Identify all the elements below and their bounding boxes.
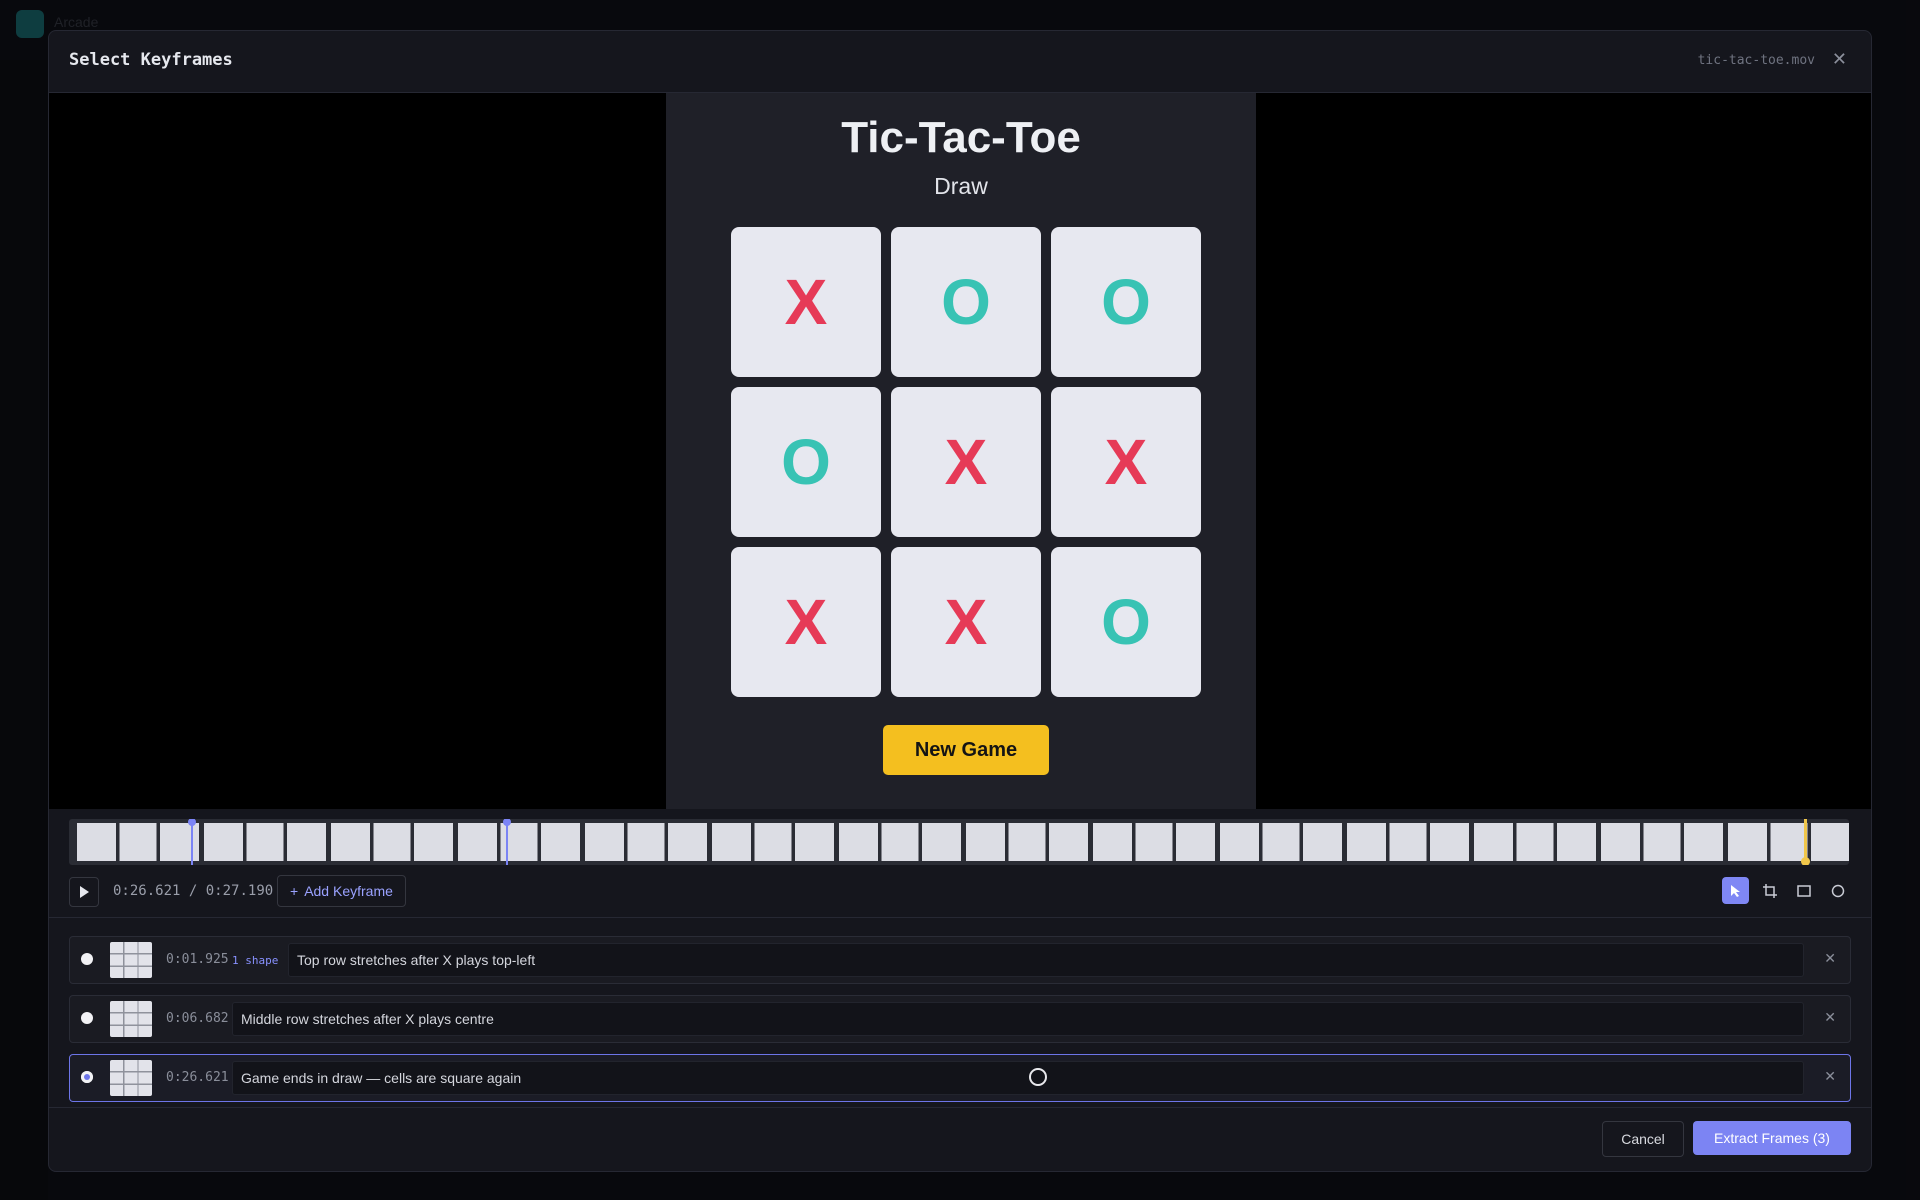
filmstrip-thumbnail xyxy=(1474,823,1596,861)
thumbnail-grid xyxy=(1601,823,1723,861)
board-cell: O xyxy=(731,387,881,537)
tool-group xyxy=(1722,877,1851,904)
playhead[interactable] xyxy=(1800,819,1810,865)
new-game-button: New Game xyxy=(883,725,1049,775)
circle-cursor-icon xyxy=(1029,1068,1047,1086)
video-preview[interactable]: Tic-Tac-Toe Draw X O O O X X X X O New G… xyxy=(49,93,1871,809)
crop-icon xyxy=(1762,883,1777,898)
keyframe-time: 0:01.925 xyxy=(166,952,229,967)
board-cell: O xyxy=(891,227,1041,377)
modal-title: Select Keyframes xyxy=(69,50,233,70)
keyframe-marker[interactable] xyxy=(503,819,511,865)
thumbnail-grid xyxy=(331,823,453,861)
filmstrip-thumbnail xyxy=(1220,823,1342,861)
time-display: 0:26.621 / 0:27.190 xyxy=(113,883,273,899)
filmstrip-thumbnail xyxy=(204,823,326,861)
delete-keyframe-icon[interactable]: ✕ xyxy=(1824,950,1836,967)
circle-tool[interactable] xyxy=(1824,877,1851,904)
keyframe-row-selected[interactable]: 0:26.621 Game ends in draw — cells are s… xyxy=(69,1054,1851,1102)
filmstrip-thumbnail xyxy=(1347,823,1469,861)
board-cell: O xyxy=(1051,227,1201,377)
board-cell: X xyxy=(891,387,1041,537)
filmstrip-thumbnail xyxy=(1093,823,1215,861)
plus-icon: + xyxy=(290,883,299,899)
filmstrip-thumbnail xyxy=(712,823,834,861)
thumbnail-grid xyxy=(839,823,961,861)
game-status: Draw xyxy=(934,173,988,199)
rectangle-icon xyxy=(1796,884,1811,897)
add-keyframe-button[interactable]: + Add Keyframe xyxy=(277,875,406,907)
extract-frames-button[interactable]: Extract Frames (3) xyxy=(1693,1121,1851,1155)
thumbnail-grid xyxy=(1220,823,1342,861)
filmstrip-thumbnail xyxy=(966,823,1088,861)
filmstrip-thumbnail xyxy=(1728,823,1849,861)
play-button[interactable] xyxy=(69,877,99,907)
footer-divider xyxy=(49,1107,1871,1108)
thumbnail-grid xyxy=(1347,823,1469,861)
filmstrip-thumbnail xyxy=(331,823,453,861)
filmstrip-thumbnail xyxy=(839,823,961,861)
circle-icon xyxy=(1831,884,1844,897)
thumbnail-grid xyxy=(458,823,580,861)
board-cell: X xyxy=(731,227,881,377)
game-board: X O O O X X X X O xyxy=(731,227,1202,698)
current-time: 0:26.621 xyxy=(113,883,181,899)
keyframe-row[interactable]: 0:01.925 1 shape Top row stretches after… xyxy=(69,936,1851,984)
select-keyframes-modal: Select Keyframes tic-tac-toe.mov ✕ Tic-T… xyxy=(48,30,1872,1172)
filmstrip-thumbnail xyxy=(458,823,580,861)
delete-keyframe-icon[interactable]: ✕ xyxy=(1824,1009,1836,1026)
keyframe-marker[interactable] xyxy=(188,819,196,865)
delete-keyframe-icon[interactable]: ✕ xyxy=(1824,1068,1836,1085)
keyframe-time: 0:06.682 xyxy=(166,1011,229,1026)
pointer-tool[interactable] xyxy=(1722,877,1749,904)
divider xyxy=(49,917,1871,918)
filmstrip-thumbnail xyxy=(585,823,707,861)
time-separator: / xyxy=(188,883,198,899)
filmstrip-thumbnail xyxy=(77,823,199,861)
keyframe-thumbnail xyxy=(110,1060,152,1096)
add-keyframe-label: Add Keyframe xyxy=(304,883,393,899)
thumbnail-grid xyxy=(585,823,707,861)
rectangle-tool[interactable] xyxy=(1790,877,1817,904)
thumbnail-grid xyxy=(204,823,326,861)
keyframe-description-input[interactable]: Top row stretches after X plays top-left xyxy=(288,943,1804,977)
keyframe-description-input[interactable]: Game ends in draw — cells are square aga… xyxy=(232,1061,1804,1095)
board-cell: X xyxy=(891,547,1041,697)
play-icon xyxy=(80,886,89,898)
keyframe-row[interactable]: 0:06.682 Middle row stretches after X pl… xyxy=(69,995,1851,1043)
keyframe-time: 0:26.621 xyxy=(166,1070,229,1085)
thumbnail-grid xyxy=(966,823,1088,861)
modal-header: Select Keyframes tic-tac-toe.mov ✕ xyxy=(49,31,1871,93)
keyframe-thumbnail xyxy=(110,942,152,978)
thumbnail-grid xyxy=(77,823,199,861)
keyframe-radio[interactable] xyxy=(81,1012,93,1024)
video-frame: Tic-Tac-Toe Draw X O O O X X X X O New G… xyxy=(666,93,1256,809)
board-cell: X xyxy=(1051,387,1201,537)
shape-count-badge: 1 shape xyxy=(232,954,279,967)
thumbnail-grid xyxy=(712,823,834,861)
keyframe-thumbnail xyxy=(110,1001,152,1037)
thumbnail-grid xyxy=(1093,823,1215,861)
file-name: tic-tac-toe.mov xyxy=(1697,53,1815,68)
close-icon[interactable]: ✕ xyxy=(1832,49,1847,70)
board-cell: O xyxy=(1051,547,1201,697)
pointer-icon xyxy=(1730,884,1740,897)
timeline-filmstrip[interactable] xyxy=(69,819,1849,865)
cancel-button[interactable]: Cancel xyxy=(1602,1121,1684,1157)
keyframe-description-input[interactable]: Middle row stretches after X plays centr… xyxy=(232,1002,1804,1036)
game-title: Tic-Tac-Toe xyxy=(841,113,1081,162)
crop-tool[interactable] xyxy=(1756,877,1783,904)
thumbnail-grid xyxy=(1728,823,1849,861)
filmstrip-thumbnail xyxy=(1601,823,1723,861)
thumbnail-grid xyxy=(1474,823,1596,861)
total-time: 0:27.190 xyxy=(205,883,274,899)
keyframe-radio[interactable] xyxy=(81,953,93,965)
keyframe-radio[interactable] xyxy=(81,1071,93,1083)
board-cell: X xyxy=(731,547,881,697)
